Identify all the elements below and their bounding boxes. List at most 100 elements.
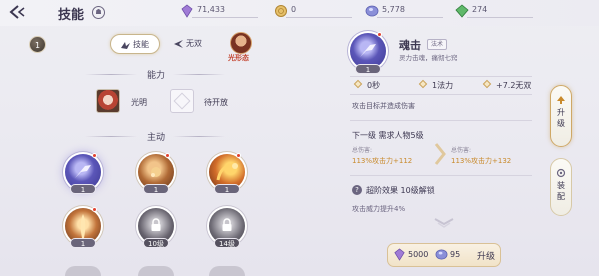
upgrade-label: 升级 [477,252,496,262]
skill-unlock-level: 14级 [214,238,240,248]
tab-bar: 技能 无双 [110,34,214,54]
diamond-icon [482,79,492,89]
skill-description: 攻击目标并造成伤害 [352,102,415,110]
skill-flame-arc-button[interactable]: 1 [209,153,245,194]
title-emblem-icon: ☗ [92,6,105,19]
stat-cooldown: 0秒 [353,79,380,91]
stat-wushuang: +7.2无双 [482,79,532,91]
question-icon[interactable]: ? [352,185,362,195]
skill-level: 1 [214,184,240,194]
resource-value: 71,433 [197,5,225,14]
divider [350,94,532,95]
soul-strike-icon [360,44,376,57]
chevron-right-icon [434,143,446,165]
notification-dot [377,32,382,37]
blue-gem-icon [365,5,379,17]
skill-locked-slot-1[interactable]: 10级 [138,208,174,248]
soul-strike-icon [75,165,91,178]
current-damage-value: 113%攻击力+112 [352,157,413,165]
gold-coin-icon [275,5,287,17]
wushuang-icon [174,40,183,48]
skill-level: 1 [70,238,96,248]
skill-level: 1 [70,184,96,194]
section-divider [85,74,137,75]
skill-slot-partial[interactable] [138,266,174,276]
next-damage-label: 总伤害: [451,147,472,154]
skill-fire-orb-button[interactable]: 1 [138,153,174,194]
resource-purple-crystal[interactable]: 71,433 [180,3,260,19]
resource-divider [192,17,258,18]
notification-dot [236,153,241,158]
notification-dot [92,153,97,158]
purple-crystal-icon [181,4,193,18]
flame-arc-icon [216,163,238,181]
resource-blue-gem[interactable]: 5,778 [365,3,445,19]
skill-slot-partial[interactable] [209,266,245,276]
resource-divider [286,17,352,18]
side-tab-upgrade[interactable]: 升级 [550,85,572,147]
current-damage-label: 总伤害: [352,147,373,154]
skill-unlock-level: 10级 [143,238,169,248]
lock-icon [222,218,232,231]
tab-label: 无双 [186,39,202,48]
skill-subtitle: 灵力击魂，痛彻七窍 [399,54,458,62]
resource-gold-coin[interactable]: 0 [274,3,354,19]
abilities-title: 能力 [147,71,166,81]
divider [350,76,532,77]
advanced-effect-description: 攻击威力提升4% [352,205,406,213]
green-gem-icon [455,4,469,18]
flame-pillar-icon [80,214,86,238]
chevron-down-icon[interactable] [433,217,455,229]
selected-skill-level: 1 [355,64,381,74]
diamond-icon [353,79,363,89]
skill-level: 1 [143,184,169,194]
diamond-icon [418,79,428,89]
cost-gem-value: 95 [450,250,461,259]
stat-mana: 1法力 [418,79,454,91]
level-badge: 1 [29,36,46,53]
upgrade-icon [557,96,565,104]
back-arrow-icon [9,5,25,19]
fire-orb-icon [151,167,161,177]
ability-label: 待开放 [204,98,228,107]
skill-flame-pillar-button[interactable]: 1 [65,207,101,248]
section-divider [173,74,225,75]
blue-gem-icon [435,249,448,260]
purple-crystal-icon [394,248,405,261]
next-damage-value: 113%攻击力+132 [451,157,512,165]
resource-divider [467,17,533,18]
tab-label: 技能 [133,40,149,49]
skill-locked-slot-2[interactable]: 14级 [209,208,245,248]
page-title: 技能 [58,8,85,23]
light-portrait-icon[interactable] [96,89,120,113]
skill-slot-partial[interactable] [65,266,101,276]
resource-value: 274 [472,5,488,14]
lock-icon [151,218,161,231]
side-tab-label: 升级 [557,108,565,128]
advanced-effect-title: 超阶效果 10级解锁 [366,186,435,195]
equip-icon [556,168,566,178]
form-avatar[interactable] [230,32,252,54]
tab-skill[interactable]: 技能 [110,34,160,54]
tab-wushuang[interactable]: 无双 [164,34,214,54]
section-divider [85,136,137,137]
divider [350,120,532,121]
ability-label: 光明 [131,98,147,107]
back-button[interactable] [8,4,30,20]
stat-value: +7.2无双 [496,81,532,90]
notification-dot [165,153,170,158]
active-title: 主动 [147,133,166,143]
resource-value: 0 [291,5,297,14]
notification-dot [92,207,97,212]
skill-name: 魂击 [399,39,421,52]
cost-crystal-value: 5000 [408,250,429,259]
side-tab-equip[interactable]: 装配 [550,158,572,216]
stat-value: 1法力 [432,81,454,90]
resource-value: 5,778 [382,5,405,14]
skill-wing-icon [121,42,130,49]
divider [350,175,532,176]
resource-green-gem[interactable]: 274 [455,3,535,19]
skill-soul-strike-button[interactable]: 1 [65,153,101,194]
skill-type-tag: 法术 [427,39,448,50]
next-level-requirement: 下一级 需求人物5级 [352,131,424,140]
